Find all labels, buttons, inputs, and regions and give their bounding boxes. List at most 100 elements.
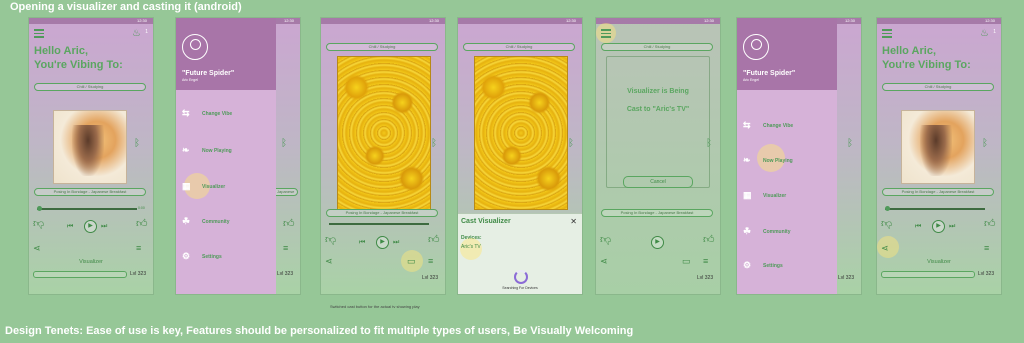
menu-item-change-vibe[interactable]: ⇆ Change Vibe (743, 120, 793, 131)
queue-icon[interactable]: ≡ (703, 255, 708, 267)
menu-item-now-playing[interactable]: ❧ Now Playing (743, 155, 793, 166)
menu-label: Change Vibe (763, 122, 794, 129)
play-button[interactable]: ▶ (84, 220, 97, 233)
queue-icon[interactable]: ≡ (283, 242, 288, 254)
vibe-pill[interactable]: Chill / Studying (882, 83, 994, 91)
equalizer-icon: ▦ (182, 181, 191, 191)
song-pill[interactable]: Posing In Bondage - Japanese Breakfast (882, 188, 994, 196)
play-button[interactable]: ▶ (376, 236, 389, 249)
next-icon[interactable]: ⏭ (393, 237, 399, 249)
avatar[interactable] (182, 34, 208, 60)
searching-label: Searching For Devices (502, 286, 538, 290)
close-icon[interactable]: ✕ (570, 217, 577, 226)
play-button[interactable]: ▶ (932, 220, 945, 233)
bluetooth-icon[interactable]: ᛒ (134, 138, 140, 149)
play-button[interactable]: ▶ (651, 236, 664, 249)
progress-track[interactable] (885, 208, 985, 210)
thumbs-down-icon[interactable]: 👎︎ (325, 234, 336, 246)
visualizer-canvas[interactable] (337, 56, 431, 210)
song-pill[interactable]: Posing In Bondage - Japanese Breakfast (326, 209, 438, 217)
menu-label: Settings (763, 262, 783, 269)
menu-item-community[interactable]: ☘ Community (182, 216, 230, 227)
menu-item-settings[interactable]: ⚙ Settings (743, 260, 783, 271)
progress-track[interactable] (37, 208, 137, 210)
menu-icon[interactable] (34, 29, 44, 38)
flame-count: 1 (145, 29, 148, 35)
prev-icon[interactable]: ⏮ (67, 221, 73, 233)
next-icon[interactable]: ⏭ (949, 221, 955, 233)
device-item[interactable]: Aric's TV (461, 244, 481, 250)
thumbs-up-icon[interactable]: 👍︎ (283, 218, 295, 230)
menu-item-visualizer[interactable]: ▦ Visualizer (182, 181, 225, 192)
bluetooth-icon[interactable]: ᛒ (568, 138, 574, 149)
level-label: Lvl 323 (130, 271, 147, 277)
visualizer-label[interactable]: Visualizer (29, 259, 153, 265)
queue-icon[interactable]: ≡ (136, 242, 141, 254)
menu-label: Now Playing (202, 147, 232, 154)
status-time: 12:30 (283, 18, 294, 23)
vibe-pill[interactable]: Chill / Studying (34, 83, 146, 91)
next-icon[interactable]: ⏭ (101, 221, 107, 233)
prev-icon[interactable]: ⏮ (359, 237, 365, 249)
bluetooth-icon[interactable]: ᛒ (982, 138, 988, 149)
design-tenets: Design Tenets: Ease of use is key, Featu… (5, 325, 634, 337)
prev-icon[interactable]: ⏮ (915, 221, 921, 233)
song-pill[interactable]: Posing In Bondage - Japanese Breakfast (34, 188, 146, 196)
gear-icon: ⚙ (743, 260, 752, 270)
drawer-header: "Future Spider" Aric Engel (176, 18, 276, 90)
share-icon[interactable]: ⋖ (33, 242, 41, 254)
status-time: 12:30 (844, 18, 855, 23)
flame-icon[interactable]: ♨ (132, 29, 141, 39)
visualizer-canvas[interactable] (474, 56, 568, 210)
community-icon: ☘ (182, 216, 191, 226)
bluetooth-icon[interactable]: ᛒ (847, 138, 853, 149)
thumbs-up-icon[interactable]: 👍︎ (703, 234, 715, 246)
flame-icon[interactable]: ♨ (980, 29, 989, 39)
vibe-pill[interactable]: Chill / Studying (326, 43, 438, 51)
cast-icon[interactable]: ▭ (407, 255, 416, 267)
progress-track[interactable] (329, 223, 429, 225)
thumbs-down-icon[interactable]: 👎︎ (881, 218, 892, 230)
menu-item-community[interactable]: ☘ Community (743, 226, 791, 237)
vibe-pill[interactable]: Chill / Studying (601, 43, 713, 51)
share-icon[interactable]: ⋖ (325, 255, 333, 267)
status-time: 12:30 (984, 18, 995, 23)
progress-knob[interactable] (37, 206, 42, 211)
album-art (901, 110, 975, 184)
thumbs-up-icon[interactable]: 👍︎ (428, 234, 440, 246)
thumbs-up-icon[interactable]: 👍︎ (984, 218, 996, 230)
user-sub: Aric Engel (182, 78, 198, 82)
menu-label: Community (763, 228, 791, 235)
cancel-button[interactable]: Cancel (623, 176, 693, 188)
menu-item-settings[interactable]: ⚙ Settings (182, 251, 222, 262)
spinner-icon (514, 270, 528, 284)
cast-icon[interactable]: ▭ (682, 255, 691, 267)
phone-visualizer: 12:30 Chill / Studying ᛒ Posing In Bonda… (321, 18, 445, 294)
menu-item-now-playing[interactable]: ❧ Now Playing (182, 145, 232, 156)
phone-casting: 12:30 Chill / Studying Visualizer is Bei… (596, 18, 720, 294)
progress-knob[interactable] (885, 206, 890, 211)
vibe-pill[interactable]: Chill / Studying (463, 43, 575, 51)
queue-icon[interactable]: ≡ (984, 242, 989, 254)
bluetooth-icon[interactable]: ᛒ (281, 138, 287, 149)
menu-item-change-vibe[interactable]: ⇆ Change Vibe (182, 108, 232, 119)
level-label: Lvl 323 (277, 271, 294, 277)
avatar[interactable] (743, 34, 769, 60)
drawer-header: "Future Spider" Aric Engel (737, 18, 837, 90)
thumbs-down-icon[interactable]: 👎︎ (600, 234, 611, 246)
bluetooth-icon[interactable]: ᛒ (431, 138, 437, 149)
menu-icon[interactable] (601, 29, 611, 38)
thumbs-down-icon[interactable]: 👎︎ (33, 218, 44, 230)
menu-label: Visualizer (202, 183, 226, 190)
bluetooth-icon[interactable]: ᛒ (706, 138, 712, 149)
share-icon[interactable]: ⋖ (881, 242, 889, 254)
share-icon[interactable]: ⋖ (600, 255, 608, 267)
menu-icon[interactable] (882, 29, 892, 38)
menu-item-visualizer[interactable]: ▦ Visualizer (743, 190, 786, 201)
song-pill[interactable]: Posing In Bondage - Japanese Breakfast (601, 209, 713, 217)
visualizer-label[interactable]: Visualizer (877, 259, 1001, 265)
thumbs-up-icon[interactable]: 👍︎ (136, 218, 148, 230)
queue-icon[interactable]: ≡ (428, 255, 433, 267)
user-name: "Future Spider" (182, 70, 235, 77)
menu-label: Visualizer (763, 192, 787, 199)
